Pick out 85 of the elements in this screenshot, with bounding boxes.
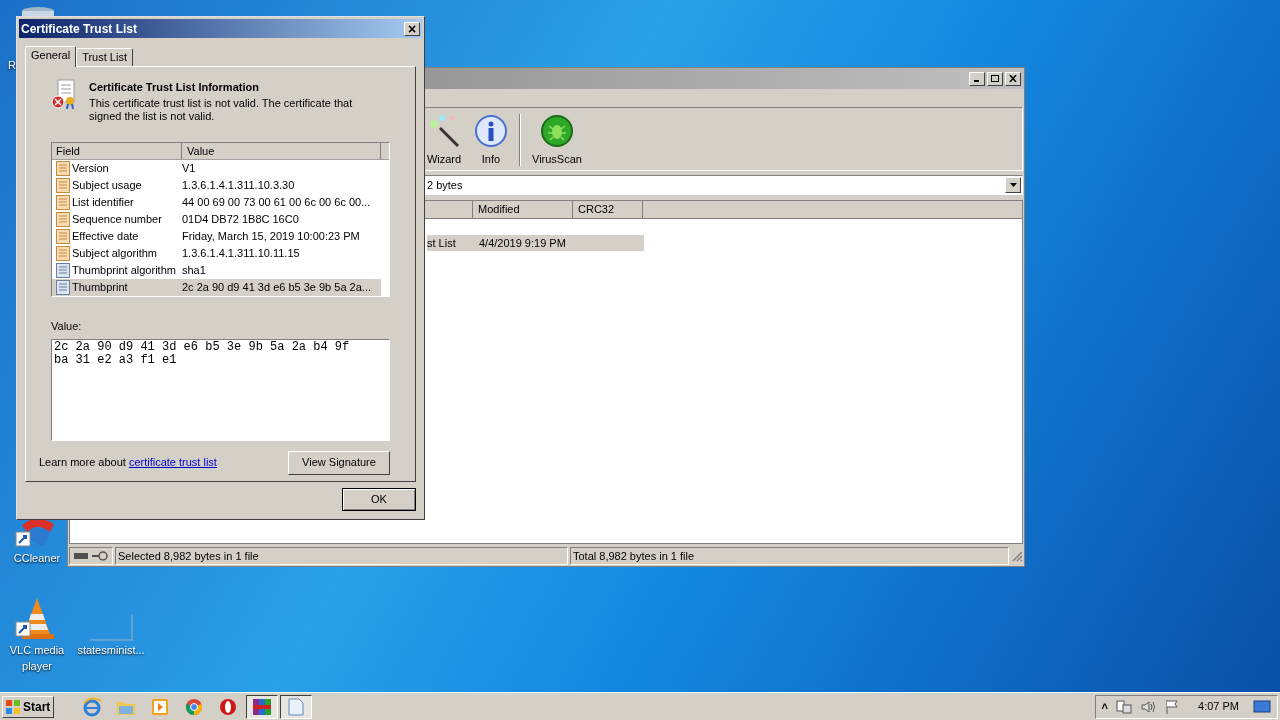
caret-icon: [1009, 183, 1017, 187]
table-cell-text: Thumbprint algorithm: [71, 263, 177, 279]
table-cell-text: sha1: [182, 263, 206, 279]
toolbar-button[interactable]: VirusScan: [531, 114, 583, 166]
table-cell-text: 4/4/2019 9:19 PM: [479, 235, 566, 251]
heading: Certificate Trust List Information: [89, 80, 260, 94]
list-row[interactable]: Version V1: [52, 160, 381, 177]
close-button[interactable]: ×: [404, 21, 420, 36]
desktop-icon-label[interactable]: VLC media player: [2, 642, 72, 674]
list-row[interactable]: Effective date Friday, March 15, 2019 10:00:23 PM: [52, 228, 381, 245]
document-icon: [56, 195, 70, 210]
column-header[interactable]: Modified: [473, 201, 573, 218]
status-text: Selected 8,982 bytes in 1 file: [115, 547, 568, 565]
toolbar-button[interactable]: Info: [473, 114, 509, 166]
clock-text[interactable]: 4:07 PM: [1198, 698, 1239, 715]
table-cell-text: V1: [182, 161, 196, 177]
maximize-button[interactable]: [987, 71, 1003, 86]
table-cell-text: 2c 2a 90 d9 41 3d e6 b5 3e 9b 5a 2a...: [182, 280, 371, 296]
table-cell-text: Friday, March 15, 2019 10:00:23 PM: [182, 229, 360, 245]
status-text: Total 8,982 bytes in 1 file: [570, 547, 1009, 565]
document-icon: [56, 246, 70, 261]
table-cell-text: 01D4 DB72 1B8C 16C0: [182, 212, 299, 228]
table-cell-text: Version: [71, 161, 110, 177]
table-cell-text: st List: [427, 235, 457, 251]
document-icon: [288, 697, 304, 716]
help-text: Learn more about certificate trust list: [39, 455, 217, 471]
dropdown-button[interactable]: [1005, 177, 1021, 193]
value-text-area[interactable]: 2c 2a 90 d9 41 3d e6 b5 3e 9b 5a 2a b4 9f ba 31 e2 a3 f1 e1: [51, 338, 390, 441]
table-cell-text: 44 00 69 00 73 00 61 00 6c 00 6c 00...: [182, 195, 371, 211]
list-row[interactable]: Thumbprint 2c 2a 90 d9 41 3d e6 b5 3e 9b 5a 2a...: [52, 279, 381, 296]
document-icon: [56, 178, 70, 193]
start-button[interactable]: Start: [2, 695, 54, 718]
message-text: This certificate trust list is not valid. The certificate that signed the list is not valid.: [89, 97, 354, 123]
chrome-icon: [185, 697, 203, 716]
key-icon: [92, 551, 108, 561]
tab[interactable]: General: [25, 46, 77, 67]
minimize-button[interactable]: [969, 71, 985, 86]
windows-logo-icon: [5, 698, 21, 715]
toolbar-button[interactable]: Wizard: [425, 114, 463, 166]
maximize-icon: [991, 75, 999, 82]
file-row[interactable]: st List 4/4/2019 9:19 PM: [427, 235, 644, 251]
drive-icon: [74, 553, 88, 559]
bug-icon: [539, 114, 574, 148]
desktop-icon-label[interactable]: CCleaner: [13, 550, 61, 566]
list-row[interactable]: List identifier 44 00 69 00 73 00 61 00 6c 00 6c 00...: [52, 194, 381, 211]
table-cell-text: Subject algorithm: [71, 246, 158, 262]
info-icon: [474, 114, 508, 148]
flag-icon[interactable]: [1164, 698, 1181, 715]
table-cell-text: Effective date: [71, 229, 140, 245]
speaker-icon[interactable]: [1140, 698, 1157, 715]
list-row[interactable]: Sequence number 01D4 DB72 1B8C 16C0: [52, 211, 381, 228]
network-icon[interactable]: [1116, 698, 1133, 715]
show-hidden-icons-button[interactable]: ˄: [1101, 698, 1109, 715]
tab[interactable]: Trust List: [76, 48, 133, 66]
taskbar-button[interactable]: [246, 694, 278, 719]
table-cell-text: 1.3.6.1.4.1.311.10.3.30: [182, 178, 295, 194]
opera-icon: [219, 697, 237, 716]
taskbar-button[interactable]: [280, 694, 312, 719]
table-cell-text: Sequence number: [71, 212, 163, 228]
monitor-icon[interactable]: [1253, 699, 1271, 714]
play-icon: [151, 697, 169, 716]
window-title: Certificate Trust List: [21, 20, 138, 38]
column-header[interactable]: Value: [182, 143, 381, 159]
column-header[interactable]: Field: [52, 143, 182, 159]
list-row[interactable]: Thumbprint algorithm sha1: [52, 262, 381, 279]
close-button[interactable]: [1005, 71, 1021, 86]
list-row[interactable]: Subject algorithm 1.3.6.1.4.1.311.10.11.15: [52, 245, 381, 262]
document-icon: [56, 229, 70, 244]
table-cell-text: List identifier: [71, 195, 135, 211]
column-header[interactable]: CRC32: [573, 201, 643, 218]
document-icon: [56, 263, 70, 278]
document-icon: [56, 161, 70, 176]
help-link[interactable]: certificate trust list: [128, 456, 217, 469]
document-icon: [56, 280, 70, 295]
table-cell-text: Subject usage: [71, 178, 143, 194]
table-cell-text: Thumbprint: [71, 280, 129, 296]
table-cell-text: 1.3.6.1.4.1.311.10.11.15: [182, 246, 300, 262]
document-icon: [56, 212, 70, 227]
ok-button[interactable]: OK: [342, 488, 416, 511]
field-label: Value:: [51, 319, 83, 334]
browser-e-icon: [82, 696, 102, 717]
archive-icon: [252, 697, 272, 716]
desktop-icon-label[interactable]: R: [8, 57, 16, 73]
close-icon: [1009, 75, 1017, 82]
view-signature-button[interactable]: View Signature: [288, 450, 390, 475]
